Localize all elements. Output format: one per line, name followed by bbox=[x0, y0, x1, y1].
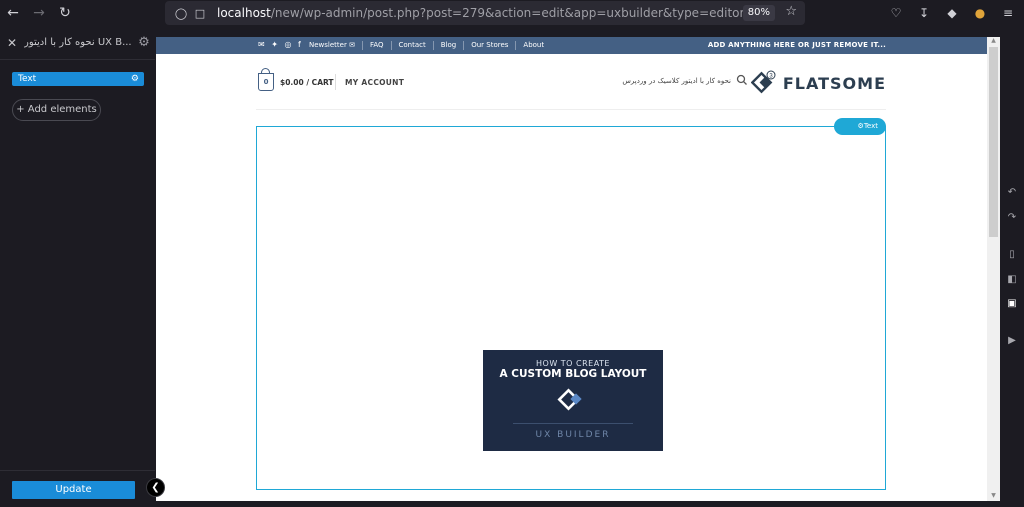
ux-builder-logo-icon bbox=[557, 388, 582, 411]
topbar-link-about[interactable]: About bbox=[515, 41, 551, 50]
desktop-icon[interactable]: ▣ bbox=[1000, 298, 1024, 309]
topbar-promo: ADD ANYTHING HERE OR JUST REMOVE IT... bbox=[707, 41, 886, 49]
banner-line2: A CUSTOM BLOG LAYOUT bbox=[499, 368, 647, 380]
panel-footer: Update bbox=[0, 470, 155, 507]
builder-panel: ✕ نحوه کار با ادیتور UX B... ⚙ Text ⚙ + … bbox=[0, 26, 155, 507]
topbar-links: Newsletter ✉ FAQ Contact Blog Our Stores… bbox=[302, 37, 551, 54]
blog-banner-image: HOW TO CREATE A CUSTOM BLOG LAYOUT UX BU… bbox=[483, 350, 663, 451]
element-item-text[interactable]: Text ⚙ bbox=[12, 72, 144, 86]
banner-line1: HOW TO CREATE bbox=[536, 359, 610, 368]
element-tag[interactable]: ⚙Text bbox=[834, 118, 886, 135]
update-button[interactable]: Update bbox=[12, 481, 135, 499]
reload-icon[interactable]: ↻ bbox=[52, 0, 78, 26]
my-account-link[interactable]: MY ACCOUNT bbox=[345, 78, 404, 87]
tablet-icon[interactable]: ◧ bbox=[1000, 274, 1024, 285]
extension-icon[interactable]: ◆ bbox=[944, 6, 960, 20]
topbar-link-blog[interactable]: Blog bbox=[432, 41, 463, 50]
topbar-link-faq[interactable]: FAQ bbox=[361, 41, 391, 50]
undo-icon[interactable]: ↶ bbox=[1000, 187, 1024, 198]
mobile-icon[interactable]: ▯ bbox=[1000, 249, 1024, 260]
topbar-link-newsletter[interactable]: Newsletter ✉ bbox=[302, 41, 362, 50]
scroll-thumb[interactable] bbox=[989, 47, 998, 237]
search-icon[interactable] bbox=[736, 74, 748, 86]
gear-icon[interactable]: ⚙ bbox=[133, 35, 155, 50]
download-icon[interactable]: ↧ bbox=[916, 6, 932, 20]
close-icon[interactable]: ✕ bbox=[0, 36, 24, 50]
back-icon[interactable]: ← bbox=[0, 0, 26, 26]
logo-text: FLATSOME bbox=[782, 73, 886, 93]
shield-icon[interactable]: ◯ bbox=[171, 7, 191, 20]
forward-icon[interactable]: → bbox=[26, 0, 52, 26]
color-icon[interactable]: ● bbox=[972, 6, 988, 20]
menu-icon[interactable]: ≡ bbox=[1000, 6, 1016, 20]
text-element-box[interactable]: ⚙Text HOW TO CREATE A CUSTOM BLOG LAYOUT… bbox=[256, 118, 886, 490]
gear-icon[interactable]: ⚙ bbox=[131, 72, 139, 86]
add-elements-button[interactable]: + Add elements bbox=[12, 99, 101, 121]
element-tag-label: Text bbox=[863, 122, 878, 130]
browser-toolbar: ← → ↻ ◯ □ localhost/new/wp-admin/post.ph… bbox=[0, 0, 1024, 26]
zoom-badge[interactable]: 80% bbox=[742, 5, 775, 21]
play-icon[interactable]: ▶ bbox=[1000, 335, 1024, 346]
star-icon[interactable]: ☆ bbox=[785, 4, 797, 19]
canvas-scrollbar[interactable]: ▲ ▼ bbox=[987, 37, 1000, 501]
site-canvas: ✉ ✦ ◎ f Newsletter ✉ FAQ Contact Blog Ou… bbox=[156, 37, 987, 501]
scroll-up-icon[interactable]: ▲ bbox=[989, 37, 998, 46]
redo-icon[interactable]: ↷ bbox=[1000, 212, 1024, 223]
flatsome-logo-icon: 3 bbox=[750, 70, 776, 94]
banner-divider bbox=[513, 423, 633, 424]
panel-header: ✕ نحوه کار با ادیتور UX B... ⚙ bbox=[0, 26, 155, 60]
topbar-link-contact[interactable]: Contact bbox=[390, 41, 433, 50]
page-icon[interactable]: □ bbox=[191, 7, 209, 20]
topbar-link-stores[interactable]: Our Stores bbox=[463, 41, 515, 50]
header-divider bbox=[335, 74, 336, 90]
element-item-label: Text bbox=[18, 74, 37, 84]
chevron-left-icon[interactable]: ❮ bbox=[146, 478, 165, 497]
cart-link[interactable]: $0.00 / CART bbox=[280, 78, 334, 87]
panel-title: نحوه کار با ادیتور UX B... bbox=[24, 37, 132, 48]
social-icons[interactable]: ✉ ✦ ◎ f bbox=[258, 40, 303, 49]
pocket-icon[interactable]: ♡ bbox=[888, 6, 904, 20]
url-text[interactable]: localhost/new/wp-admin/post.php?post=279… bbox=[217, 6, 759, 20]
site-logo[interactable]: 3 FLATSOME bbox=[750, 68, 886, 98]
search-text[interactable]: نحوه کار با ادیتور کلاسیک در وردپرس bbox=[622, 77, 731, 85]
address-bar[interactable]: ◯ □ localhost/new/wp-admin/post.php?post… bbox=[165, 1, 805, 25]
cart-count[interactable]: 0 bbox=[258, 73, 274, 91]
site-topbar: ✉ ✦ ◎ f Newsletter ✉ FAQ Contact Blog Ou… bbox=[156, 37, 987, 54]
right-toolbar: ↶ ↷ ▯ ◧ ▣ ▶ bbox=[1000, 37, 1024, 507]
banner-line3: UX BUILDER bbox=[535, 430, 611, 440]
site-header: 0 $0.00 / CART MY ACCOUNT نحوه کار با اد… bbox=[256, 54, 886, 110]
scroll-down-icon[interactable]: ▼ bbox=[989, 492, 998, 501]
